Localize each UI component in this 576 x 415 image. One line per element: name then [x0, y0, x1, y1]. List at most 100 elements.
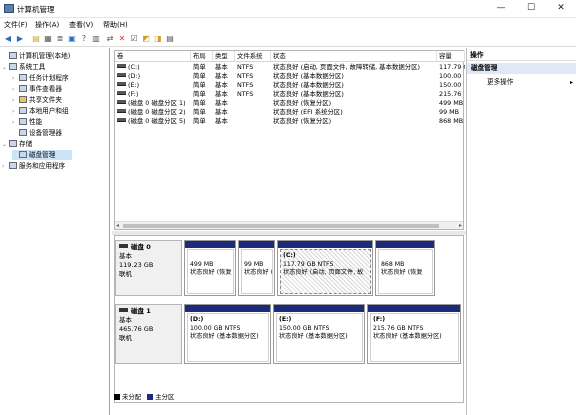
disk-0-label[interactable]: 磁盘 0 基本 119.23 GB 联机: [115, 240, 182, 296]
minimize-button[interactable]: —: [486, 0, 516, 17]
partition-disk0-recovery-1[interactable]: 499 MB 状态良好 (恢复: [184, 240, 236, 296]
disk-icon: [119, 244, 128, 248]
volume-list: 卷 布局 类型 文件系统 状态 容量 (C:) 简单 基本 NTFS 状态良好 …: [114, 50, 465, 230]
volume-icon: [117, 91, 126, 95]
chevron-right-icon[interactable]: ›: [12, 96, 19, 106]
volume-icon: [117, 73, 126, 77]
legend: 未分配 主分区: [114, 392, 464, 402]
actions-header: 操作: [467, 50, 576, 61]
horizontal-scrollbar[interactable]: ◂ ▸: [115, 221, 463, 229]
legend-unallocated: 未分配: [114, 393, 141, 401]
title-bar: 计算机管理 — ☐ ✕: [0, 0, 576, 18]
column-header-layout[interactable]: 布局: [191, 51, 213, 62]
unallocated-swatch: [114, 394, 120, 400]
volume-icon: [117, 64, 126, 68]
connect-icon[interactable]: ⇄: [105, 34, 115, 44]
show-hide-tree-icon[interactable]: ▦: [43, 34, 53, 44]
computer-management-icon: [4, 4, 14, 13]
tree-item-services-apps[interactable]: › 服务和应用程序: [2, 161, 65, 171]
scrollbar-thumb[interactable]: [123, 224, 439, 228]
column-header-capacity[interactable]: 容量: [437, 51, 465, 62]
tree-item-event-viewer[interactable]: › 事件查看器: [12, 84, 62, 94]
column-header-type[interactable]: 类型: [213, 51, 235, 62]
table-row[interactable]: (C:) 简单 基本 NTFS 状态良好 (启动, 页面文件, 故障转储, 基本…: [115, 63, 465, 72]
column-header-filesystem[interactable]: 文件系统: [235, 51, 271, 62]
back-icon[interactable]: ◀: [3, 34, 13, 44]
properties-icon[interactable]: ▣: [67, 34, 77, 44]
device-manager-icon: [19, 129, 27, 136]
volume-icon: [117, 109, 126, 113]
panel-icon[interactable]: ▥: [91, 34, 101, 44]
toolbar: ◀ ▶ ▤ ▦ ≣ ▣ ? ▥ ⇄ ✕ ☑ ◩ ◨ ▤: [0, 32, 576, 47]
volume-icon: [117, 118, 126, 122]
tree-item-task-scheduler[interactable]: › 任务计划程序: [12, 73, 69, 83]
users-icon: [19, 107, 27, 114]
table-row[interactable]: (F:) 简单 基本 NTFS 状态良好 (基本数据分区) 215.76: [115, 90, 465, 99]
disk-management-icon: [19, 151, 27, 158]
partition-disk0-efi[interactable]: 99 MB状态良好 (EF: [238, 240, 275, 296]
forward-icon[interactable]: ▶: [15, 34, 25, 44]
chevron-right-icon[interactable]: ›: [12, 74, 19, 84]
delete-icon[interactable]: ✕: [117, 34, 127, 44]
chevron-right-icon[interactable]: ›: [2, 162, 9, 172]
volume-icon: [117, 82, 126, 86]
column-header-volume[interactable]: 卷: [115, 51, 191, 62]
tree-item-system-tools[interactable]: ⌄ 系统工具: [2, 62, 45, 72]
open-icon[interactable]: ◨: [153, 34, 163, 44]
table-row[interactable]: (D:) 简单 基本 NTFS 状态良好 (基本数据分区) 100.00: [115, 72, 465, 81]
table-row[interactable]: (磁盘 0 磁盘分区 5) 简单 基本 状态良好 (恢复分区) 868 MB: [115, 117, 465, 126]
list-icon[interactable]: ≣: [55, 34, 65, 44]
chevron-down-icon[interactable]: ⌄: [2, 140, 9, 150]
more-actions[interactable]: 更多操作 ▸: [487, 77, 575, 88]
partition-f[interactable]: (F:) 215.76 GB NTFS 状态良好 (基本数据分区): [367, 304, 461, 364]
partition-e[interactable]: (E:) 150.00 GB NTFS 状态良好 (基本数据分区): [273, 304, 365, 364]
partition-disk0-recovery-5[interactable]: 868 MB 状态良好 (恢复: [375, 240, 435, 296]
window-title: 计算机管理: [17, 5, 55, 14]
new-icon[interactable]: ◩: [141, 34, 151, 44]
menu-action[interactable]: 操作(A): [35, 20, 59, 30]
disk-1-label[interactable]: 磁盘 1 基本 465.76 GB 联机: [115, 304, 182, 364]
tree-item-local-users[interactable]: › 本地用户和组: [12, 106, 69, 116]
tree-item-storage[interactable]: ⌄ 存储: [2, 139, 32, 149]
tree-item-disk-management[interactable]: 磁盘管理: [12, 150, 72, 160]
scroll-left-icon[interactable]: ◂: [116, 222, 119, 229]
checklist-icon[interactable]: ☑: [129, 34, 139, 44]
chevron-right-icon[interactable]: ›: [12, 85, 19, 95]
table-row[interactable]: (磁盘 0 磁盘分区 2) 简单 基本 状态良好 (EFI 系统分区) 99 M…: [115, 108, 465, 117]
disk-icon: [119, 308, 128, 312]
menu-help[interactable]: 帮助(H): [103, 20, 128, 30]
legend-primary: 主分区: [147, 393, 174, 401]
computer-icon: [9, 52, 17, 59]
chevron-down-icon[interactable]: ⌄: [2, 63, 9, 73]
menu-view[interactable]: 查看(V): [69, 20, 93, 30]
chevron-right-icon[interactable]: ›: [12, 107, 19, 117]
column-header-status[interactable]: 状态: [271, 51, 437, 62]
table-row[interactable]: (磁盘 0 磁盘分区 1) 简单 基本 状态良好 (恢复分区) 499 MB: [115, 99, 465, 108]
scroll-right-icon[interactable]: ▸: [459, 222, 462, 229]
list-view-icon[interactable]: ▤: [165, 34, 175, 44]
table-row[interactable]: (E:) 简单 基本 NTFS 状态良好 (基本数据分区) 150.00: [115, 81, 465, 90]
event-log-icon: [19, 85, 27, 92]
disk-map: 磁盘 0 基本 119.23 GB 联机 499 MB 状态良好 (恢复 99 M…: [114, 235, 464, 403]
folder-icon: [19, 96, 27, 103]
tree-item-performance[interactable]: › 性能: [12, 117, 42, 127]
tools-icon: [9, 63, 17, 70]
up-folder-icon[interactable]: ▤: [31, 34, 41, 44]
partition-d[interactable]: (D:) 100.00 GB NTFS 状态良好 (基本数据分区): [184, 304, 271, 364]
chevron-right-icon: ▸: [569, 79, 573, 86]
actions-pane: 操作 磁盘管理 更多操作 ▸: [466, 48, 576, 415]
tree-item-shared-folders[interactable]: › 共享文件夹: [12, 95, 62, 105]
chevron-right-icon[interactable]: ›: [12, 118, 19, 128]
performance-icon: [19, 118, 27, 125]
actions-section-disk-management[interactable]: 磁盘管理: [467, 63, 576, 74]
partition-c[interactable]: (C:) 117.79 GB NTFS 状态良好 (启动, 页面文件, 故: [277, 240, 373, 296]
menu-file[interactable]: 文件(F): [4, 20, 28, 30]
close-button[interactable]: ✕: [546, 0, 576, 17]
clock-icon: [19, 74, 27, 81]
volume-icon: [117, 100, 126, 104]
services-icon: [9, 162, 17, 169]
help-icon[interactable]: ?: [79, 34, 89, 44]
tree-item-computer-management[interactable]: 计算机管理(本地): [2, 51, 70, 61]
tree-item-device-manager[interactable]: 设备管理器: [12, 128, 62, 138]
maximize-button[interactable]: ☐: [516, 0, 546, 17]
